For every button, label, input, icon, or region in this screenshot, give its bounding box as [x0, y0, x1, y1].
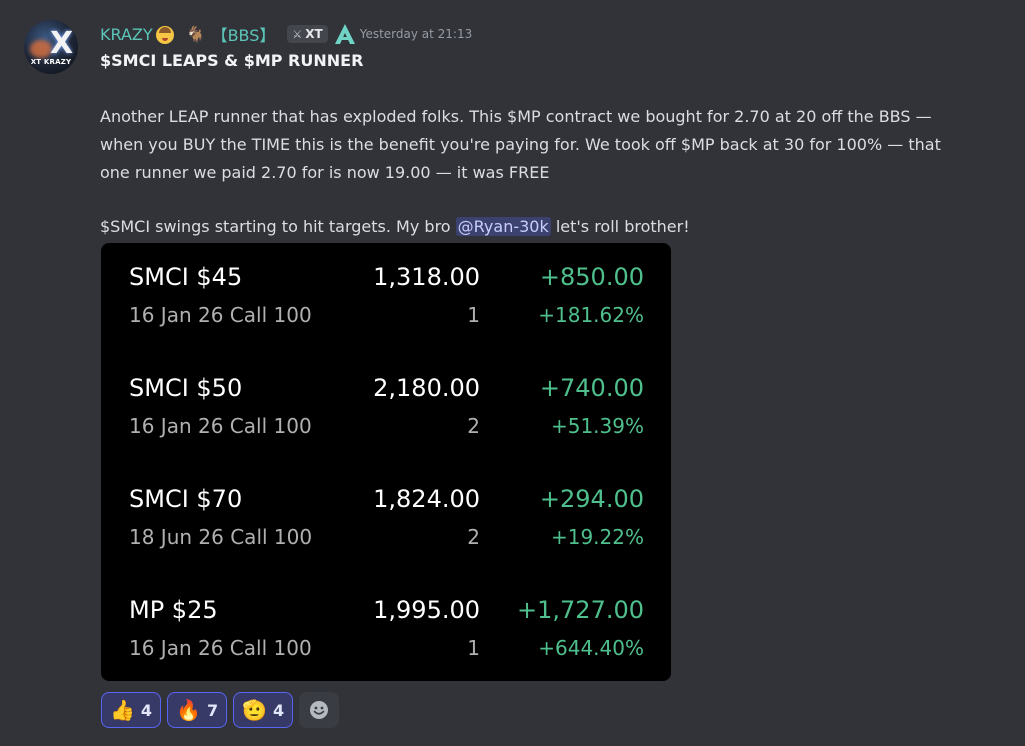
position-value: 1,318.00: [373, 263, 480, 291]
position-ticker: SMCI $50: [129, 374, 243, 402]
paragraph-text: let's roll brother!: [550, 217, 690, 236]
avatar-text: XT KRAZY: [30, 58, 72, 66]
reactions-bar: 👍 4 🔥 7 🫡 4: [101, 692, 340, 728]
position-value: 2,180.00: [373, 374, 480, 402]
avatar-flame-icon: [30, 40, 52, 58]
server-tag-label: XT: [305, 27, 323, 41]
position-details: 16 Jan 26 Call 100: [129, 303, 312, 327]
position-profit: +294.00: [539, 485, 644, 513]
paragraph-line: when you BUY the TIME this is the benefi…: [100, 135, 941, 154]
position-value: 1,824.00: [373, 485, 480, 513]
goat-icon: 🐐: [185, 24, 206, 44]
message-paragraph-1: Another LEAP runner that has exploded fo…: [100, 103, 1000, 187]
position-row: MP $25 16 Jan 26 Call 100 1,995.00 1 +1,…: [101, 596, 671, 666]
add-reaction-button[interactable]: [299, 692, 340, 728]
position-row: SMCI $45 16 Jan 26 Call 100 1,318.00 1 +…: [101, 263, 671, 333]
position-details: 18 Jun 26 Call 100: [129, 525, 313, 549]
role-label[interactable]: 【BBS】: [212, 22, 276, 46]
user-avatar[interactable]: X XT KRAZY: [24, 20, 78, 74]
message-timestamp[interactable]: Yesterday at 21:13: [360, 27, 473, 41]
position-profit: +1,727.00: [517, 596, 644, 624]
face-emoji-icon: [155, 26, 174, 44]
position-value: 1,995.00: [373, 596, 480, 624]
position-quantity: 2: [467, 414, 480, 438]
position-profit: +850.00: [539, 263, 644, 291]
reaction-fire[interactable]: 🔥 7: [167, 692, 228, 728]
position-percent: +19.22%: [550, 525, 644, 549]
message-title: $SMCI LEAPS & $MP RUNNER: [100, 51, 364, 70]
message-paragraph-2: $SMCI swings starting to hit targets. My…: [100, 213, 690, 241]
username[interactable]: KRAZY: [100, 25, 153, 44]
a-badge-icon: [334, 24, 355, 44]
message-header: KRAZY 🐐 【BBS】 ⚔ XT Yesterday at 21:13: [100, 22, 472, 46]
position-details: 16 Jan 26 Call 100: [129, 414, 312, 438]
reaction-thumbs-up[interactable]: 👍 4: [101, 692, 162, 728]
server-tag[interactable]: ⚔ XT: [287, 25, 328, 43]
avatar-letter: X: [50, 26, 74, 61]
positions-screenshot[interactable]: SMCI $45 16 Jan 26 Call 100 1,318.00 1 +…: [101, 243, 671, 681]
position-row: SMCI $50 16 Jan 26 Call 100 2,180.00 2 +…: [101, 374, 671, 444]
position-row: SMCI $70 18 Jun 26 Call 100 1,824.00 2 +…: [101, 485, 671, 555]
position-percent: +644.40%: [538, 636, 644, 660]
user-mention[interactable]: @Ryan-30k: [455, 217, 551, 236]
reaction-count: 4: [140, 700, 153, 720]
fire-icon: 🔥: [176, 698, 201, 722]
position-profit: +740.00: [539, 374, 644, 402]
position-ticker: SMCI $70: [129, 485, 243, 513]
position-details: 16 Jan 26 Call 100: [129, 636, 312, 660]
reaction-salute[interactable]: 🫡 4: [233, 692, 294, 728]
sword-icon: ⚔: [292, 27, 303, 41]
position-quantity: 1: [467, 303, 480, 327]
reaction-count: 7: [206, 700, 219, 720]
paragraph-line: one runner we paid 2.70 for is now 19.00…: [100, 163, 550, 182]
position-percent: +51.39%: [550, 414, 644, 438]
position-percent: +181.62%: [538, 303, 644, 327]
smiley-icon: [310, 701, 329, 719]
paragraph-line: Another LEAP runner that has exploded fo…: [100, 107, 932, 126]
position-quantity: 1: [467, 636, 480, 660]
thumbs-up-icon: 👍: [110, 698, 135, 722]
position-ticker: MP $25: [129, 596, 218, 624]
chat-message: X XT KRAZY KRAZY 🐐 【BBS】 ⚔ XT Yesterday …: [0, 0, 1025, 746]
position-ticker: SMCI $45: [129, 263, 243, 291]
position-quantity: 2: [467, 525, 480, 549]
paragraph-text: $SMCI swings starting to hit targets. My…: [100, 217, 456, 236]
reaction-count: 4: [273, 700, 285, 720]
salute-icon: 🫡: [242, 698, 267, 722]
